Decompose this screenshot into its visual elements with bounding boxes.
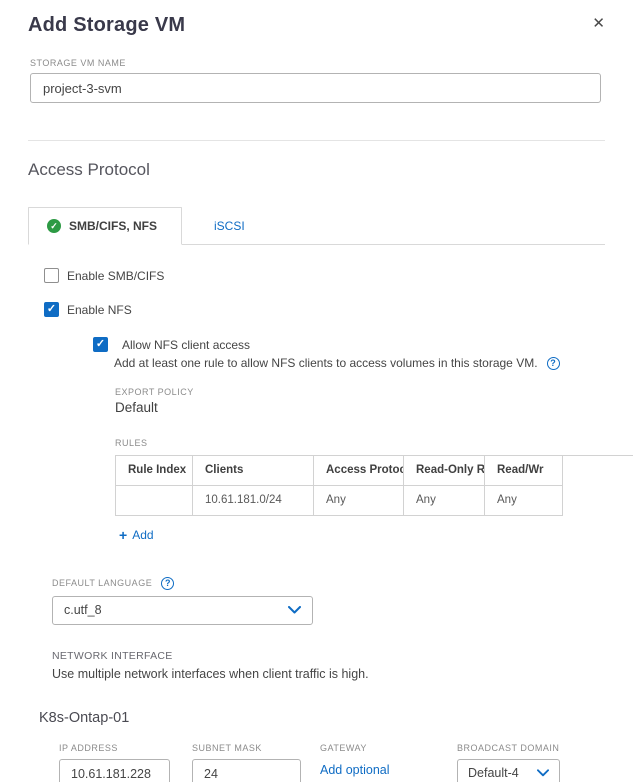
broadcast-domain-select[interactable]: Default-4 xyxy=(457,759,560,782)
ip-address-group: IP ADDRESS xyxy=(59,743,192,782)
broadcast-domain-value: Default-4 xyxy=(468,766,519,780)
network-fields-row: IP ADDRESS SUBNET MASK GATEWAY Add optio… xyxy=(59,743,605,782)
page-title: Add Storage VM xyxy=(28,14,185,37)
default-language-label: DEFAULT LANGUAGE xyxy=(52,578,152,588)
allow-nfs-description-row: Add at least one rule to allow NFS clien… xyxy=(114,356,560,370)
access-protocol-heading: Access Protocol xyxy=(28,160,605,180)
allow-nfs-checkbox[interactable] xyxy=(93,337,108,352)
cell-read-only: Any xyxy=(404,485,485,515)
export-policy-block: EXPORT POLICY Default RULES xyxy=(115,387,605,448)
help-icon[interactable]: ? xyxy=(547,357,560,370)
network-interface-block: NETWORK INTERFACE Use multiple network i… xyxy=(52,650,605,681)
storage-vm-name-input[interactable] xyxy=(30,73,601,103)
network-interface-label: NETWORK INTERFACE xyxy=(52,650,605,662)
export-policy-label: EXPORT POLICY xyxy=(115,387,605,397)
tab-iscsi[interactable]: iSCSI xyxy=(196,208,263,244)
subnet-mask-field[interactable] xyxy=(192,759,301,782)
allow-nfs-texts: Allow NFS client access Add at least one… xyxy=(114,337,560,370)
add-rule-label: Add xyxy=(132,528,153,542)
enable-nfs-label: Enable NFS xyxy=(67,303,132,317)
enable-nfs-checkbox[interactable] xyxy=(44,302,59,317)
table-row[interactable]: 10.61.181.0/24 Any Any Any xyxy=(116,485,563,515)
default-language-value: c.utf_8 xyxy=(64,603,102,617)
network-interface-description: Use multiple network interfaces when cli… xyxy=(52,667,605,681)
gateway-group: GATEWAY Add optional gateway xyxy=(320,743,457,782)
col-access-protocols: Access Protocols xyxy=(314,456,404,485)
cell-access-protocols: Any xyxy=(314,485,404,515)
cell-read-write: Any xyxy=(485,485,563,515)
rules-table: Rule Index Clients Access Protocols Read… xyxy=(115,456,563,516)
enable-smb-row: Enable SMB/CIFS xyxy=(44,268,605,283)
col-rule-index: Rule Index xyxy=(116,456,193,485)
subnet-mask-group: SUBNET MASK xyxy=(192,743,320,782)
add-rule-button[interactable]: + Add xyxy=(119,528,154,542)
col-clients: Clients xyxy=(193,456,314,485)
enable-smb-label: Enable SMB/CIFS xyxy=(67,269,164,283)
help-icon[interactable]: ? xyxy=(161,577,174,590)
rules-table-wrap: Rule Index Clients Access Protocols Read… xyxy=(115,455,633,516)
gateway-label: GATEWAY xyxy=(320,743,457,753)
rules-label: RULES xyxy=(115,438,605,448)
cell-clients: 10.61.181.0/24 xyxy=(193,485,314,515)
allow-nfs-label: Allow NFS client access xyxy=(122,338,560,352)
broadcast-domain-group: BROADCAST DOMAIN Default-4 xyxy=(457,743,560,782)
access-protocol-tabs: ✓ SMB/CIFS, NFS iSCSI xyxy=(28,207,605,245)
allow-nfs-block: Allow NFS client access Add at least one… xyxy=(93,337,605,370)
plus-icon: + xyxy=(119,528,127,542)
node-name: K8s-Ontap-01 xyxy=(39,710,605,726)
chevron-down-icon xyxy=(288,606,301,614)
allow-nfs-description: Add at least one rule to allow NFS clien… xyxy=(114,356,538,370)
dialog-header: Add Storage VM ✕ xyxy=(28,14,605,37)
section-divider xyxy=(28,140,605,141)
ip-address-label: IP ADDRESS xyxy=(59,743,192,753)
export-policy-value: Default xyxy=(115,400,605,415)
default-language-select[interactable]: c.utf_8 xyxy=(52,596,313,625)
ip-address-field[interactable] xyxy=(59,759,170,782)
broadcast-domain-label: BROADCAST DOMAIN xyxy=(457,743,560,753)
enable-smb-checkbox[interactable] xyxy=(44,268,59,283)
col-read-write: Read/Wr xyxy=(485,456,563,485)
subnet-mask-label: SUBNET MASK xyxy=(192,743,320,753)
tab-smb-cifs-nfs[interactable]: ✓ SMB/CIFS, NFS xyxy=(28,207,182,245)
tab-check-icon: ✓ xyxy=(47,219,61,233)
storage-vm-name-group: STORAGE VM NAME xyxy=(30,58,605,103)
add-gateway-link[interactable]: Add optional gateway xyxy=(320,761,398,782)
close-icon[interactable]: ✕ xyxy=(592,16,605,31)
chevron-down-icon xyxy=(537,769,549,777)
col-read-only: Read-Only R... xyxy=(404,456,485,485)
default-language-block: DEFAULT LANGUAGE ? c.utf_8 xyxy=(52,577,605,625)
add-storage-vm-dialog: Add Storage VM ✕ STORAGE VM NAME Access … xyxy=(0,0,633,782)
enable-nfs-row: Enable NFS xyxy=(44,302,605,317)
cell-rule-index xyxy=(116,485,193,515)
storage-vm-name-label: STORAGE VM NAME xyxy=(30,58,605,68)
tab-label: SMB/CIFS, NFS xyxy=(69,219,157,233)
rules-table-header-row: Rule Index Clients Access Protocols Read… xyxy=(116,456,563,485)
